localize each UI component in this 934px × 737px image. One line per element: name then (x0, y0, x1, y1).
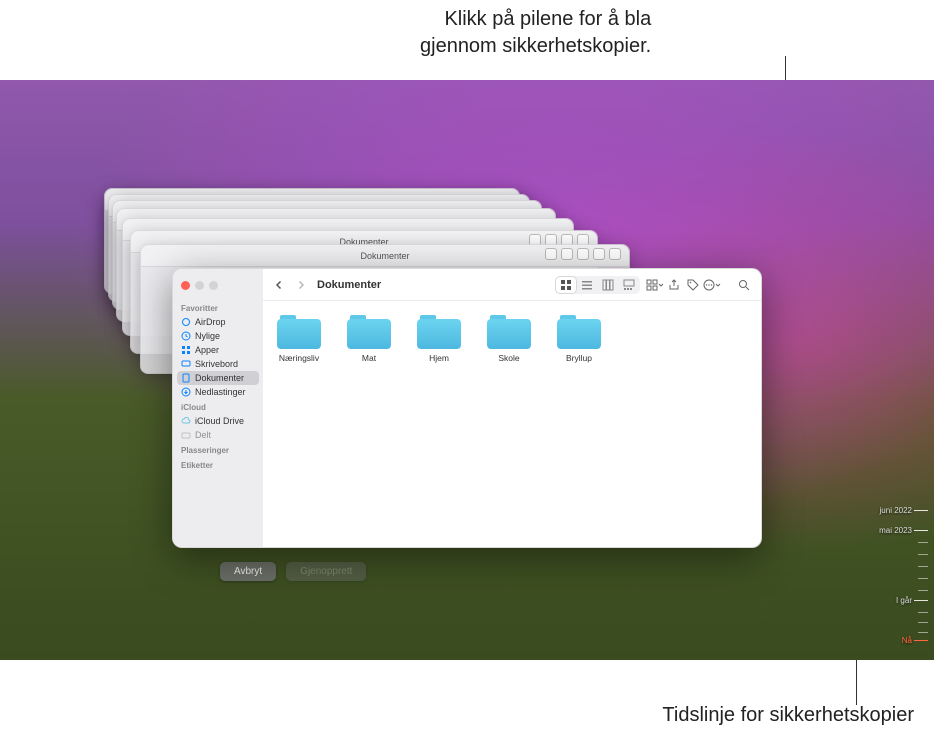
timeline-mark: mai 2023 (879, 526, 912, 535)
timeline-mark: I går (896, 596, 912, 605)
chevron-down-icon (658, 282, 664, 288)
sidebar-item-apps[interactable]: Apper (173, 343, 263, 357)
finder-toolbar: Dokumenter (263, 269, 761, 301)
zoom-button[interactable] (209, 281, 218, 290)
stacked-title: Dokumenter (360, 251, 409, 261)
chevron-down-icon (715, 282, 721, 288)
sidebar-item-recents[interactable]: Nylige (173, 329, 263, 343)
callout-line1: Klikk på pilene for å bla (420, 6, 651, 33)
sidebar-item-documents[interactable]: Dokumenter (177, 371, 259, 385)
sidebar-item-label: Nylige (195, 331, 220, 341)
folder-icon (417, 315, 461, 349)
sidebar-item-label: Delt (195, 430, 211, 440)
chevron-left-icon (274, 280, 284, 290)
timeline-mark: juni 2022 (880, 506, 912, 515)
folder-label: Skole (498, 353, 519, 363)
folder-item[interactable]: Mat (343, 315, 395, 363)
folder-label: Hjem (429, 353, 449, 363)
share-button[interactable] (665, 277, 683, 293)
back-button[interactable] (271, 277, 287, 293)
clock-icon (181, 331, 191, 341)
sidebar-item-shared[interactable]: Delt (173, 428, 263, 442)
folder-icon (487, 315, 531, 349)
callout-timeline: Tidslinje for sikkerhetskopier (662, 704, 914, 727)
view-columns-button[interactable] (598, 277, 618, 293)
share-icon (668, 279, 680, 291)
gallery-icon (623, 279, 635, 291)
minimize-button[interactable] (195, 281, 204, 290)
finder-sidebar: Favoritter AirDrop Nylige Apper Skrivebo… (173, 269, 263, 547)
columns-icon (602, 279, 614, 291)
callout-line2: gjennom sikkerhetskopier. (420, 33, 651, 60)
search-icon (738, 279, 750, 291)
search-button[interactable] (735, 277, 753, 293)
sidebar-item-label: AirDrop (195, 317, 226, 327)
window-title: Dokumenter (317, 279, 381, 291)
cloud-icon (181, 416, 191, 426)
tags-button[interactable] (684, 277, 702, 293)
sidebar-section-tags: Etiketter (173, 457, 263, 472)
sidebar-item-label: iCloud Drive (195, 416, 244, 426)
folder-icon (347, 315, 391, 349)
callout-arrows: Klikk på pilene for å bla gjennom sikker… (420, 6, 651, 60)
view-switcher (555, 276, 640, 294)
finder-main: Dokumenter Næringsliv (263, 269, 761, 547)
folder-item[interactable]: Næringsliv (273, 315, 325, 363)
timeline-mark-now: Nå (902, 636, 912, 645)
sidebar-section-favorites: Favoritter (173, 300, 263, 315)
desktop-icon (181, 359, 191, 369)
sidebar-item-label: Skrivebord (195, 359, 238, 369)
view-gallery-button[interactable] (619, 277, 639, 293)
finder-content: Næringsliv Mat Hjem Skole Bryllup (263, 301, 761, 547)
chevron-right-icon (296, 280, 306, 290)
shared-icon (181, 430, 191, 440)
folder-item[interactable]: Bryllup (553, 315, 605, 363)
more-button[interactable] (703, 277, 721, 293)
window-controls (173, 275, 263, 300)
sidebar-section-locations: Plasseringer (173, 442, 263, 457)
apps-icon (181, 345, 191, 355)
finder-window: Favoritter AirDrop Nylige Apper Skrivebo… (172, 268, 762, 548)
group-icon (646, 279, 658, 291)
list-icon (581, 279, 593, 291)
sidebar-item-label: Apper (195, 345, 219, 355)
close-button[interactable] (181, 281, 190, 290)
forward-button[interactable] (293, 277, 309, 293)
backup-timeline[interactable]: juni 2022 mai 2023 I går Nå (868, 510, 928, 660)
sidebar-item-downloads[interactable]: Nedlastinger (173, 385, 263, 399)
view-icons-button[interactable] (556, 277, 576, 293)
folder-label: Mat (362, 353, 376, 363)
group-button[interactable] (646, 277, 664, 293)
sidebar-item-label: Dokumenter (195, 373, 244, 383)
view-list-button[interactable] (577, 277, 597, 293)
download-icon (181, 387, 191, 397)
sidebar-section-icloud: iCloud (173, 399, 263, 414)
sidebar-item-airdrop[interactable]: AirDrop (173, 315, 263, 329)
sidebar-item-label: Nedlastinger (195, 387, 246, 397)
sidebar-item-desktop[interactable]: Skrivebord (173, 357, 263, 371)
tag-icon (687, 279, 699, 291)
folder-icon (557, 315, 601, 349)
folder-item[interactable]: Hjem (413, 315, 465, 363)
folder-item[interactable]: Skole (483, 315, 535, 363)
folder-label: Næringsliv (279, 353, 319, 363)
doc-icon (181, 373, 191, 383)
folder-label: Bryllup (566, 353, 592, 363)
airdrop-icon (181, 317, 191, 327)
restore-button[interactable]: Gjenopprett (286, 562, 366, 581)
folder-icon (277, 315, 321, 349)
sidebar-item-icloud-drive[interactable]: iCloud Drive (173, 414, 263, 428)
ellipsis-icon (703, 279, 715, 291)
toolbar-actions (646, 277, 721, 293)
cancel-button[interactable]: Avbryt (220, 562, 276, 581)
grid-icon (560, 279, 572, 291)
